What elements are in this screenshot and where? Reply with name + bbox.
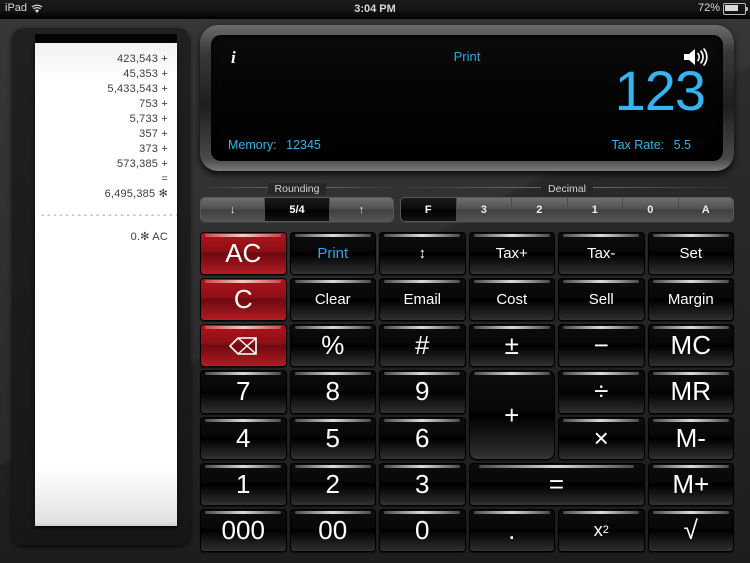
settings-segments: Rounding ↓ 5/4 ↑ Decimal F 3 2 1 0 A	[200, 179, 734, 227]
calculator-body: i Print 123 Memory: 12345 Tax Rate: 5.5 …	[196, 19, 744, 563]
rounding-segmented-control[interactable]: ↓ 5/4 ↑	[200, 197, 394, 222]
key-percent[interactable]: %	[289, 324, 376, 368]
key-square[interactable]: x2	[558, 508, 645, 552]
key-memory-plus[interactable]: M+	[647, 462, 734, 506]
tape-line: 753 +	[139, 98, 168, 110]
paper-tape-bezel: 423,543 + 45,353 + 5,433,543 + 753 + 5,7…	[12, 27, 190, 545]
tape-line: 357 +	[139, 128, 168, 140]
key-2[interactable]: 2	[289, 462, 376, 506]
key-7[interactable]: 7	[200, 370, 287, 414]
status-bar: iPad 3:04 PM 72%	[0, 0, 750, 19]
key-tax-minus[interactable]: Tax-	[558, 232, 645, 276]
paper-tape-slot: 423,543 + 45,353 + 5,433,543 + 753 + 5,7…	[35, 34, 177, 526]
display-bezel: i Print 123 Memory: 12345 Tax Rate: 5.5	[200, 25, 734, 171]
keypad: AC Print ↕ Tax+ Tax- Set C Clear Email C…	[200, 232, 734, 552]
key-5[interactable]: 5	[289, 416, 376, 460]
key-plus[interactable]: +	[468, 370, 555, 460]
key-square-exponent: 2	[602, 524, 609, 537]
key-swap-arrow[interactable]: ↕	[379, 232, 466, 276]
tax-rate-indicator: Tax Rate: 5.5	[611, 138, 691, 152]
key-square-root[interactable]: √	[647, 508, 734, 552]
decimal-option-a[interactable]: A	[678, 198, 733, 221]
rounding-option-5-4[interactable]: 5/4	[265, 198, 330, 221]
tape-line: 423,543 +	[116, 53, 168, 65]
backspace-icon	[228, 337, 258, 355]
decimal-group: Decimal F 3 2 1 0 A	[400, 179, 734, 227]
key-set[interactable]: Set	[647, 232, 734, 276]
key-memory-clear[interactable]: MC	[647, 324, 734, 368]
key-hash[interactable]: #	[379, 324, 466, 368]
key-plus-minus[interactable]: ±	[468, 324, 555, 368]
key-memory-minus[interactable]: M-	[647, 416, 734, 460]
decimal-option-3[interactable]: 3	[456, 198, 512, 221]
tape-line: =	[161, 173, 168, 185]
memory-indicator: Memory: 12345	[228, 138, 321, 152]
tape-line: 373 +	[139, 143, 168, 155]
key-triple-zero[interactable]: 000	[200, 508, 287, 552]
memory-value: 12345	[286, 138, 321, 152]
tax-rate-label: Tax Rate:	[611, 138, 665, 152]
key-square-base: x	[593, 519, 603, 540]
key-tax-plus[interactable]: Tax+	[468, 232, 555, 276]
decimal-option-f[interactable]: F	[401, 198, 457, 221]
decimal-option-0[interactable]: 0	[623, 198, 679, 221]
key-margin[interactable]: Margin	[647, 278, 734, 322]
key-cost[interactable]: Cost	[468, 278, 555, 322]
tape-divider: - - - - - - - - - - - - - - - - - - - - …	[41, 211, 177, 221]
key-double-zero[interactable]: 00	[289, 508, 376, 552]
key-6[interactable]: 6	[379, 416, 466, 460]
tape-line: 6,495,385 ✻	[104, 188, 168, 200]
key-print[interactable]: Print	[289, 232, 376, 276]
key-divide[interactable]: ÷	[558, 370, 645, 414]
rounding-option-down[interactable]: ↓	[201, 198, 266, 221]
tape-line: 45,353 +	[123, 68, 168, 80]
tax-rate-value: 5.5	[673, 138, 691, 152]
key-minus[interactable]: −	[558, 324, 645, 368]
battery-percent-label: 72%	[697, 2, 720, 14]
battery-icon	[723, 3, 748, 15]
key-memory-recall[interactable]: MR	[647, 370, 734, 414]
key-0[interactable]: 0	[379, 508, 466, 552]
key-8[interactable]: 8	[289, 370, 376, 414]
tape-line: 573,385 +	[116, 158, 168, 170]
key-email[interactable]: Email	[379, 278, 466, 322]
key-equals[interactable]: =	[468, 462, 645, 506]
decimal-title: Decimal	[400, 179, 734, 197]
tape-footer-line: 0.✻ AC	[130, 231, 168, 243]
decimal-title-row: Decimal	[400, 179, 734, 196]
decimal-option-2[interactable]: 2	[512, 198, 568, 221]
paper-tape[interactable]: 423,543 + 45,353 + 5,433,543 + 753 + 5,7…	[35, 43, 177, 526]
key-clear[interactable]: Clear	[289, 278, 376, 322]
key-4[interactable]: 4	[200, 416, 287, 460]
key-9[interactable]: 9	[379, 370, 466, 414]
rounding-option-up[interactable]: ↑	[329, 198, 393, 221]
key-decimal-point[interactable]: .	[468, 508, 555, 552]
key-sell[interactable]: Sell	[558, 278, 645, 322]
display-value: 123	[614, 59, 706, 122]
key-1[interactable]: 1	[200, 462, 287, 506]
rounding-title-row: Rounding	[200, 179, 394, 196]
decimal-segmented-control[interactable]: F 3 2 1 0 A	[400, 197, 734, 222]
decimal-option-1[interactable]: 1	[567, 198, 623, 221]
status-bar-right: 72%	[697, 2, 748, 15]
tape-line: 5,733 +	[129, 113, 168, 125]
display-screen: i Print 123 Memory: 12345 Tax Rate: 5.5	[211, 35, 723, 161]
key-backspace[interactable]	[200, 324, 287, 368]
memory-label: Memory:	[228, 138, 277, 152]
key-all-clear[interactable]: AC	[200, 232, 287, 276]
tape-line: 5,433,543 +	[107, 83, 168, 95]
rounding-title: Rounding	[200, 179, 394, 197]
key-3[interactable]: 3	[379, 462, 466, 506]
calculator-app: 423,543 + 45,353 + 5,433,543 + 753 + 5,7…	[0, 19, 750, 563]
clock-label: 3:04 PM	[354, 3, 396, 15]
rounding-group: Rounding ↓ 5/4 ↑	[200, 179, 394, 227]
key-clear-entry[interactable]: C	[200, 278, 287, 322]
key-multiply[interactable]: ×	[558, 416, 645, 460]
